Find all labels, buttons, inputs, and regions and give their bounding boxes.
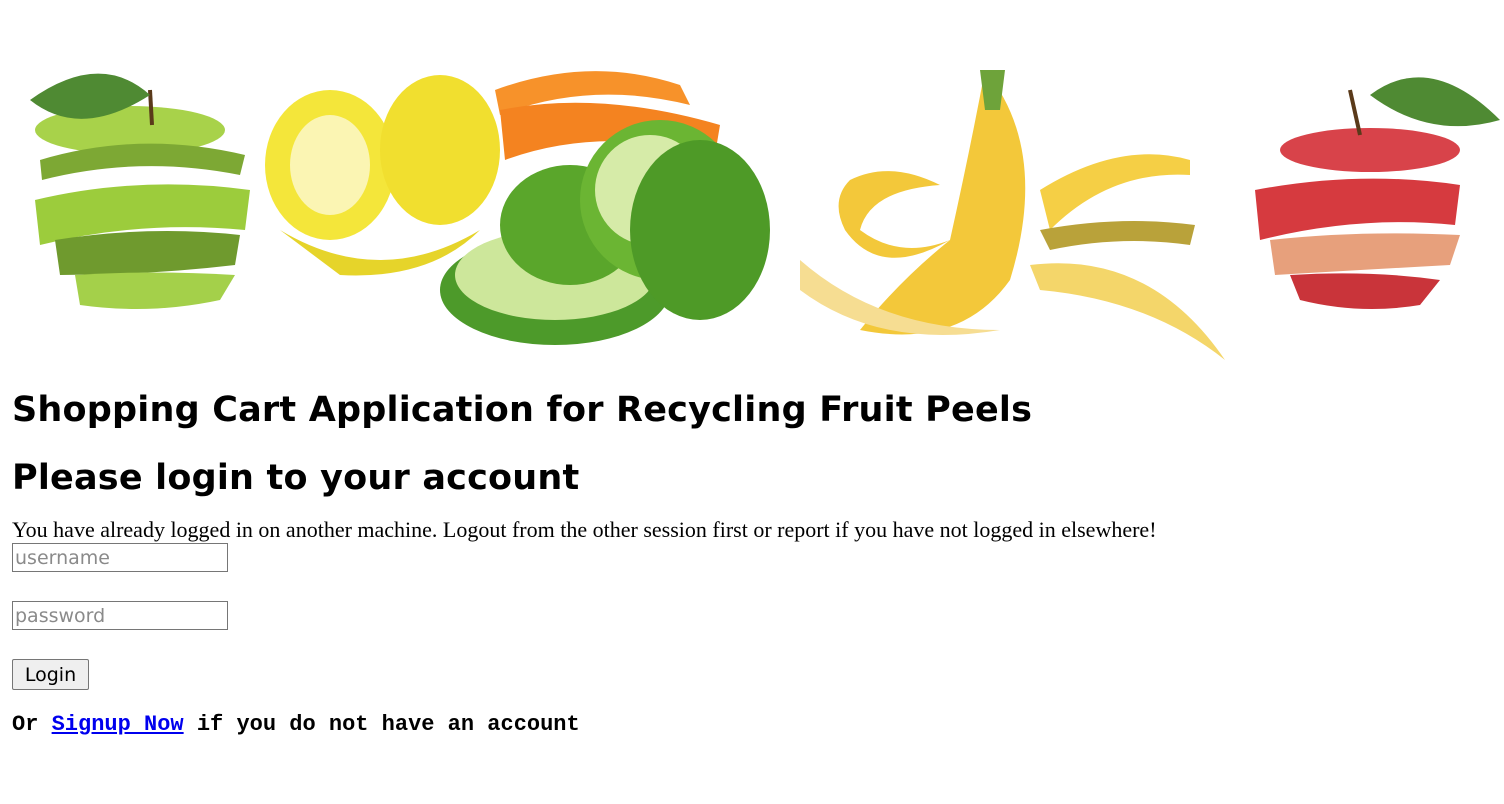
password-input[interactable] [12,601,228,630]
banana-peel-image [800,70,1225,360]
signup-link[interactable]: Signup Now [52,712,184,737]
signup-prefix: Or [12,712,52,737]
fruit-peel-banner [0,30,1504,360]
lemon-peel-image [265,75,500,276]
session-notice: You have already logged in on another ma… [12,517,1157,542]
red-apple-peel-image [1255,77,1500,309]
app-title: Shopping Cart Application for Recycling … [12,390,1033,430]
green-apple-peel-image [30,73,250,309]
login-button[interactable]: Login [12,659,89,690]
signup-suffix: if you do not have an account [183,712,580,737]
login-page-content: Shopping Cart Application for Recycling … [12,388,1492,738]
login-heading: Please login to your account [12,458,580,498]
signup-prompt: Or Signup Now if you do not have an acco… [12,712,1492,738]
username-input[interactable] [12,543,228,572]
